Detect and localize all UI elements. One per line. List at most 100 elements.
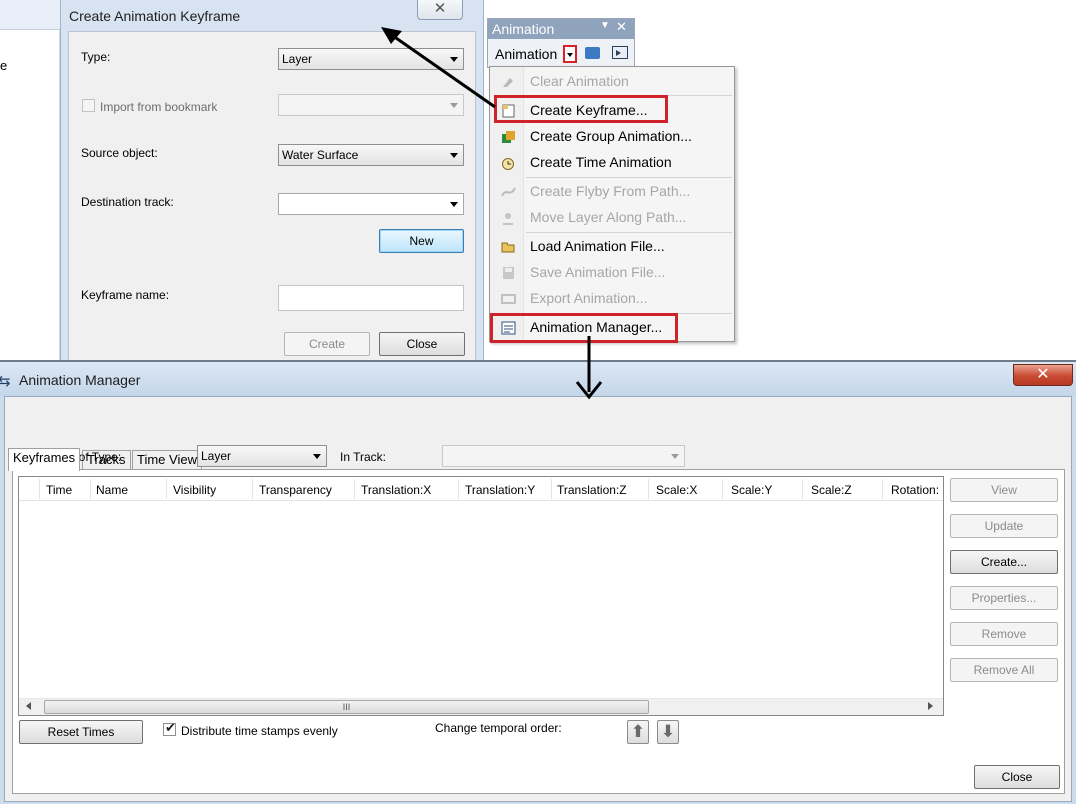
import-bookmark-label: Import from bookmark — [100, 100, 218, 114]
reset-times-button[interactable]: Reset Times — [19, 720, 143, 744]
keyframes-of-type-dropdown[interactable]: Layer — [197, 445, 327, 467]
close-icon: ✕ — [433, 0, 447, 17]
animation-toolbar: Animation ▼ ✕ Animation — [487, 18, 635, 68]
column-header-translation-y[interactable]: Translation:Y — [465, 483, 535, 497]
remove-all-button[interactable]: Remove All — [950, 658, 1058, 682]
menu-item-label: Clear Animation — [530, 73, 629, 89]
menu-item-clear-animation[interactable]: Clear Animation — [490, 70, 734, 94]
chevron-down-icon — [450, 153, 458, 158]
properties-button[interactable]: Properties... — [950, 586, 1058, 610]
update-button[interactable]: Update — [950, 514, 1058, 538]
menu-separator — [526, 232, 732, 233]
checkmark-icon: ✔ — [165, 720, 176, 735]
menu-item-export-animation[interactable]: Export Animation... — [490, 287, 734, 311]
source-object-value: Water Surface — [282, 148, 359, 162]
bookmark-dropdown[interactable] — [278, 94, 464, 116]
column-header-translation-x[interactable]: Translation:X — [361, 483, 431, 497]
save-disk-icon — [503, 267, 514, 279]
temporal-order-label: Change temporal order: — [435, 721, 562, 735]
menu-item-load-animation-file[interactable]: Load Animation File... — [490, 235, 734, 259]
camera-capture-icon[interactable] — [585, 47, 600, 59]
column-header-rotation[interactable]: Rotation: — [891, 483, 939, 497]
menu-item-label: Create Group Animation... — [530, 128, 692, 144]
background-window-titlebar — [0, 0, 60, 30]
dialog-close-button[interactable]: ✕ — [417, 0, 463, 20]
in-track-dropdown[interactable] — [442, 445, 685, 467]
column-header-scale-z[interactable]: Scale:Z — [811, 483, 852, 497]
chevron-down-icon — [450, 57, 458, 62]
toolbar-close-icon[interactable]: ✕ — [616, 19, 627, 35]
move-up-button[interactable]: ⬆ — [627, 720, 649, 744]
type-label: Type: — [81, 50, 111, 64]
horizontal-scrollbar[interactable]: III — [19, 698, 943, 715]
create-button[interactable]: Create — [284, 332, 370, 356]
tab-keyframes[interactable]: Keyframes — [8, 448, 81, 471]
close-button[interactable]: Close — [379, 332, 465, 356]
menu-item-create-flyby[interactable]: Create Flyby From Path... — [490, 180, 734, 204]
column-header-time[interactable]: Time — [46, 483, 72, 497]
manager-close-button[interactable]: Close — [974, 765, 1060, 789]
column-header-transparency[interactable]: Transparency — [259, 483, 332, 497]
keyframes-of-type-value: Layer — [201, 449, 232, 463]
keyframe-name-input[interactable] — [278, 285, 464, 311]
tab-time-view[interactable]: Time View — [132, 450, 202, 470]
animation-menu-label[interactable]: Animation — [495, 46, 557, 62]
animation-menu-dropdown-button[interactable] — [563, 45, 577, 63]
time-animation-icon — [502, 158, 514, 170]
toolbar-titlebar[interactable]: Animation ▼ ✕ — [488, 19, 634, 39]
menu-item-save-animation-file[interactable]: Save Animation File... — [490, 261, 734, 285]
window-close-button[interactable]: ✕ — [1013, 364, 1073, 386]
destination-track-label: Destination track: — [81, 195, 174, 209]
scroll-left-arrow-icon[interactable] — [26, 702, 31, 710]
scrollbar-thumb[interactable]: III — [44, 700, 649, 714]
view-button[interactable]: View — [950, 478, 1058, 502]
animation-controls-icon[interactable] — [612, 46, 628, 59]
toolbar-options-icon[interactable]: ▼ — [600, 20, 610, 31]
menu-item-create-group-animation[interactable]: Create Group Animation... — [490, 125, 734, 149]
source-object-dropdown[interactable]: Water Surface — [278, 144, 464, 166]
menu-item-label: Create Flyby From Path... — [530, 183, 691, 199]
destination-track-dropdown[interactable] — [278, 193, 464, 215]
column-header-scale-x[interactable]: Scale:X — [656, 483, 697, 497]
new-track-button[interactable]: New — [379, 229, 464, 253]
keyframes-table[interactable]: Time Name Visibility Transparency Transl… — [18, 476, 944, 716]
column-header-name[interactable]: Name — [96, 483, 128, 497]
menu-item-create-time-animation[interactable]: Create Time Animation — [490, 151, 734, 175]
menu-item-move-layer-along-path[interactable]: Move Layer Along Path... — [490, 206, 734, 230]
menu-item-label: Load Animation File... — [530, 238, 665, 254]
column-divider — [90, 479, 91, 499]
dialog-body: Type: Layer Import from bookmark Source … — [68, 31, 476, 362]
menu-separator — [526, 177, 732, 178]
type-dropdown-value: Layer — [282, 52, 313, 66]
create-keyframe-dialog: Create Animation Keyframe ✕ Type: Layer … — [60, 0, 484, 362]
column-divider — [39, 479, 40, 499]
column-divider — [882, 479, 883, 499]
keyframe-name-label: Keyframe name: — [81, 288, 170, 302]
menu-item-label: Create Time Animation — [530, 154, 672, 170]
column-header-visibility[interactable]: Visibility — [173, 483, 216, 497]
export-film-icon — [501, 294, 516, 304]
type-dropdown[interactable]: Layer — [278, 48, 464, 70]
move-layer-path-icon — [503, 213, 513, 225]
scroll-right-arrow-icon[interactable] — [928, 702, 933, 710]
column-header-scale-y[interactable]: Scale:Y — [731, 483, 772, 497]
column-divider — [166, 479, 167, 499]
background-window: e — [0, 0, 60, 362]
column-divider — [354, 479, 355, 499]
arrow-up-icon: ⬆ — [630, 722, 646, 741]
highlight-animation-manager — [490, 313, 678, 343]
move-down-button[interactable]: ⬇ — [657, 720, 679, 744]
flyby-path-icon — [501, 187, 516, 197]
chevron-down-icon — [671, 454, 679, 459]
import-bookmark-checkbox[interactable] — [82, 99, 95, 112]
column-header-translation-z[interactable]: Translation:Z — [557, 483, 627, 497]
remove-button[interactable]: Remove — [950, 622, 1058, 646]
column-divider — [252, 479, 253, 499]
create-keyframe-button[interactable]: Create... — [950, 550, 1058, 574]
distribute-timestamps-checkbox[interactable]: ✔ — [163, 720, 176, 736]
in-track-label: In Track: — [340, 450, 387, 464]
column-divider — [648, 479, 649, 499]
menu-item-label: Export Animation... — [530, 290, 648, 306]
open-folder-icon — [501, 242, 515, 253]
column-divider — [722, 479, 723, 499]
